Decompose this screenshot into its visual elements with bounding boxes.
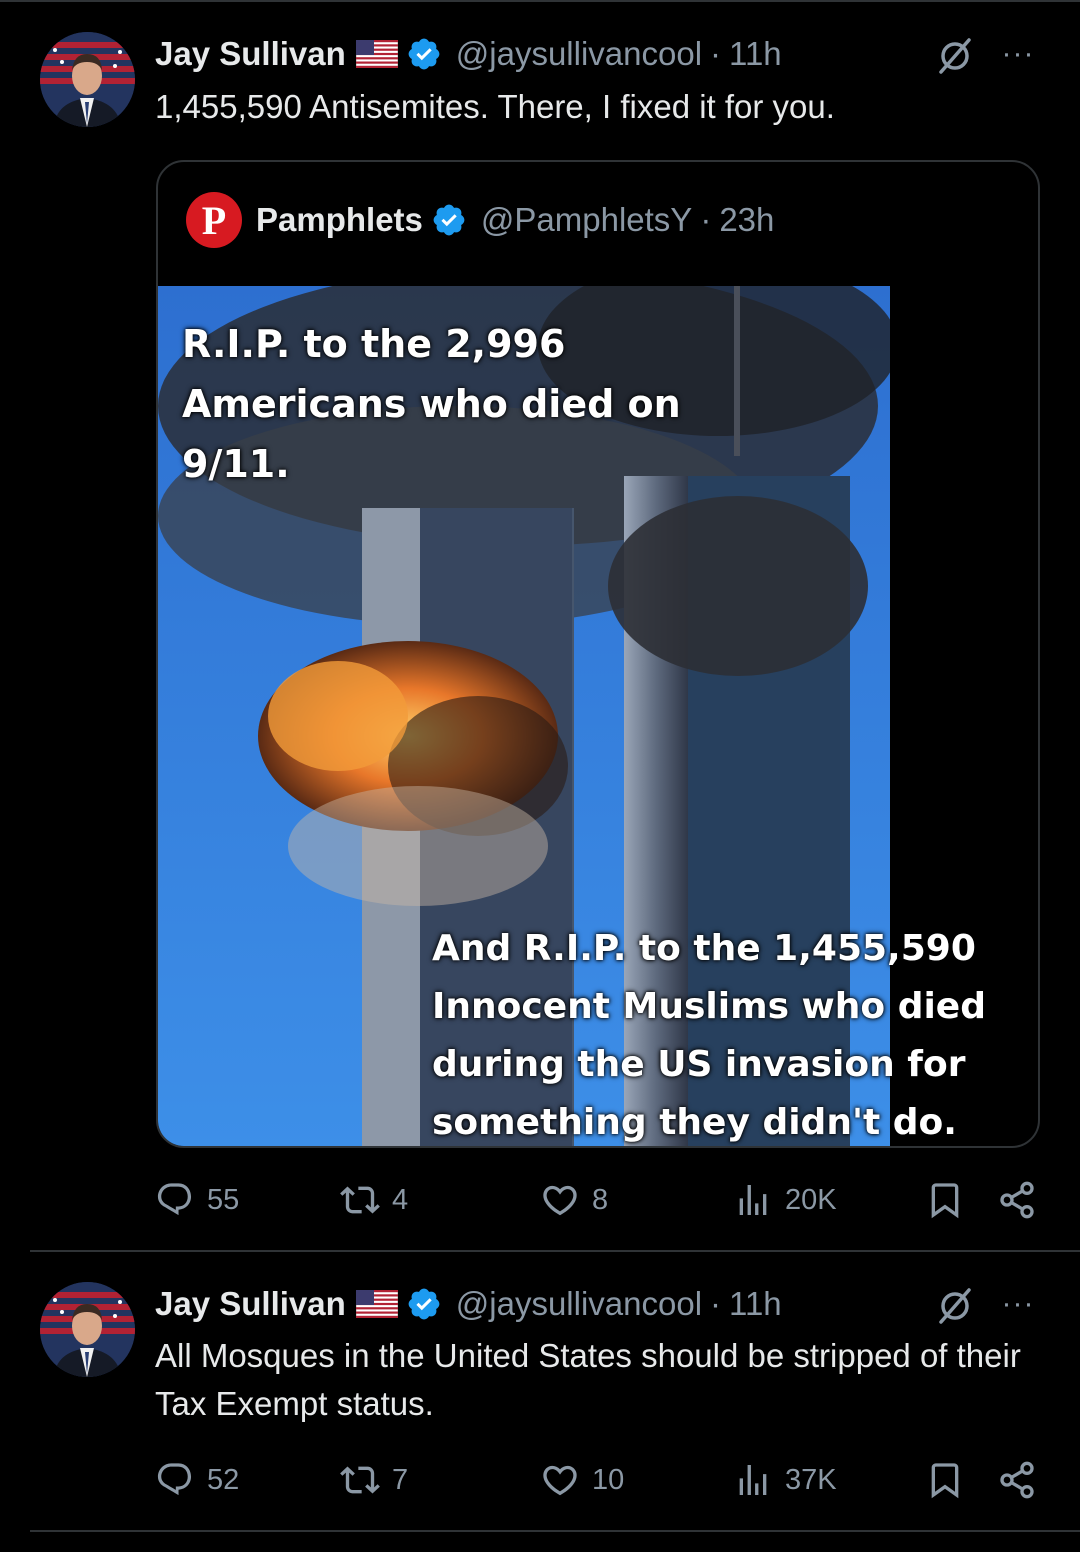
like-count: 8	[592, 1183, 609, 1216]
more-icon[interactable]: ···	[998, 1284, 1038, 1324]
bookmark-button[interactable]	[925, 1178, 965, 1222]
post-header: Jay Sullivan @jaysullivancool · 11h	[155, 32, 782, 76]
repost-icon	[340, 1466, 380, 1494]
post-time[interactable]: 11h	[729, 35, 782, 73]
views-icon	[739, 1465, 767, 1495]
pamphlets-logo[interactable]: P	[186, 192, 242, 248]
us-flag-icon	[355, 40, 398, 68]
like-count: 10	[592, 1463, 625, 1496]
verified-badge-icon	[408, 1288, 440, 1320]
share-icon	[1000, 1461, 1034, 1499]
reply-count: 52	[207, 1463, 240, 1496]
share-button[interactable]	[997, 1458, 1037, 1502]
like-button[interactable]: 8	[540, 1178, 608, 1222]
post-actions: 52 7 10 37K	[155, 1458, 1040, 1502]
quoted-post[interactable]: P Pamphlets @PamphletsY · 23h R.I.P. to …	[156, 160, 1040, 1148]
reply-count: 55	[207, 1183, 240, 1216]
us-flag-icon	[355, 1290, 398, 1318]
separator-dot: ·	[710, 1285, 722, 1322]
repost-icon	[340, 1186, 380, 1214]
verified-badge-icon	[408, 38, 440, 70]
post-actions: 55 4 8 20K	[155, 1178, 1040, 1222]
avatar[interactable]	[40, 1282, 135, 1377]
author-name[interactable]: Jay Sullivan	[155, 1285, 346, 1323]
like-icon	[543, 1185, 577, 1216]
reply-button[interactable]: 55	[155, 1178, 239, 1222]
view-count: 37K	[785, 1463, 837, 1496]
post[interactable]: Jay Sullivan @jaysullivancool · 11h ··· …	[0, 0, 1080, 1252]
views-button[interactable]: 20K	[733, 1178, 837, 1222]
author-name[interactable]: Jay Sullivan	[155, 35, 346, 73]
view-count: 20K	[785, 1183, 837, 1216]
views-button[interactable]: 37K	[733, 1458, 837, 1502]
post-time[interactable]: 11h	[729, 1285, 782, 1323]
author-handle[interactable]: @jaysullivancool	[456, 35, 702, 73]
reply-icon	[157, 1183, 192, 1216]
bookmark-button[interactable]	[925, 1458, 965, 1502]
author-handle[interactable]: @jaysullivancool	[456, 1285, 702, 1323]
like-icon	[543, 1465, 577, 1496]
quoted-author-name[interactable]: Pamphlets	[256, 201, 423, 239]
post[interactable]: Jay Sullivan @jaysullivancool · 11h ··· …	[0, 1252, 1080, 1532]
image-caption-top: R.I.P. to the 2,996 Americans who died o…	[182, 322, 681, 486]
quoted-author-handle[interactable]: @PamphletsY	[481, 201, 692, 239]
bookmark-icon	[931, 1183, 959, 1219]
post-text: All Mosques in the United States should …	[155, 1337, 1021, 1422]
repost-count: 7	[392, 1463, 409, 1496]
reply-icon	[157, 1463, 192, 1496]
reply-button[interactable]: 52	[155, 1458, 239, 1502]
bookmark-icon	[931, 1463, 959, 1499]
verified-badge-icon	[433, 204, 465, 236]
like-button[interactable]: 10	[540, 1458, 624, 1502]
repost-button[interactable]: 7	[340, 1458, 408, 1502]
avatar[interactable]	[40, 32, 135, 127]
quoted-post-header: P Pamphlets @PamphletsY · 23h	[186, 192, 774, 248]
post-divider	[30, 1530, 1080, 1532]
grok-icon[interactable]	[935, 36, 975, 76]
separator-dot: ·	[710, 35, 722, 72]
post-header: Jay Sullivan @jaysullivancool · 11h	[155, 1282, 782, 1326]
more-icon[interactable]: ···	[998, 34, 1038, 74]
quoted-post-image[interactable]: R.I.P. to the 2,996 Americans who died o…	[158, 286, 890, 1146]
repost-button[interactable]: 4	[340, 1178, 408, 1222]
views-icon	[739, 1185, 767, 1215]
grok-icon[interactable]	[935, 1286, 975, 1326]
share-icon	[1000, 1181, 1034, 1219]
post-text: 1,455,590 Antisemites. There, I fixed it…	[155, 88, 835, 125]
share-button[interactable]	[997, 1178, 1037, 1222]
repost-count: 4	[392, 1183, 409, 1216]
separator-dot: ·	[700, 201, 712, 238]
quoted-post-time[interactable]: 23h	[719, 201, 774, 239]
